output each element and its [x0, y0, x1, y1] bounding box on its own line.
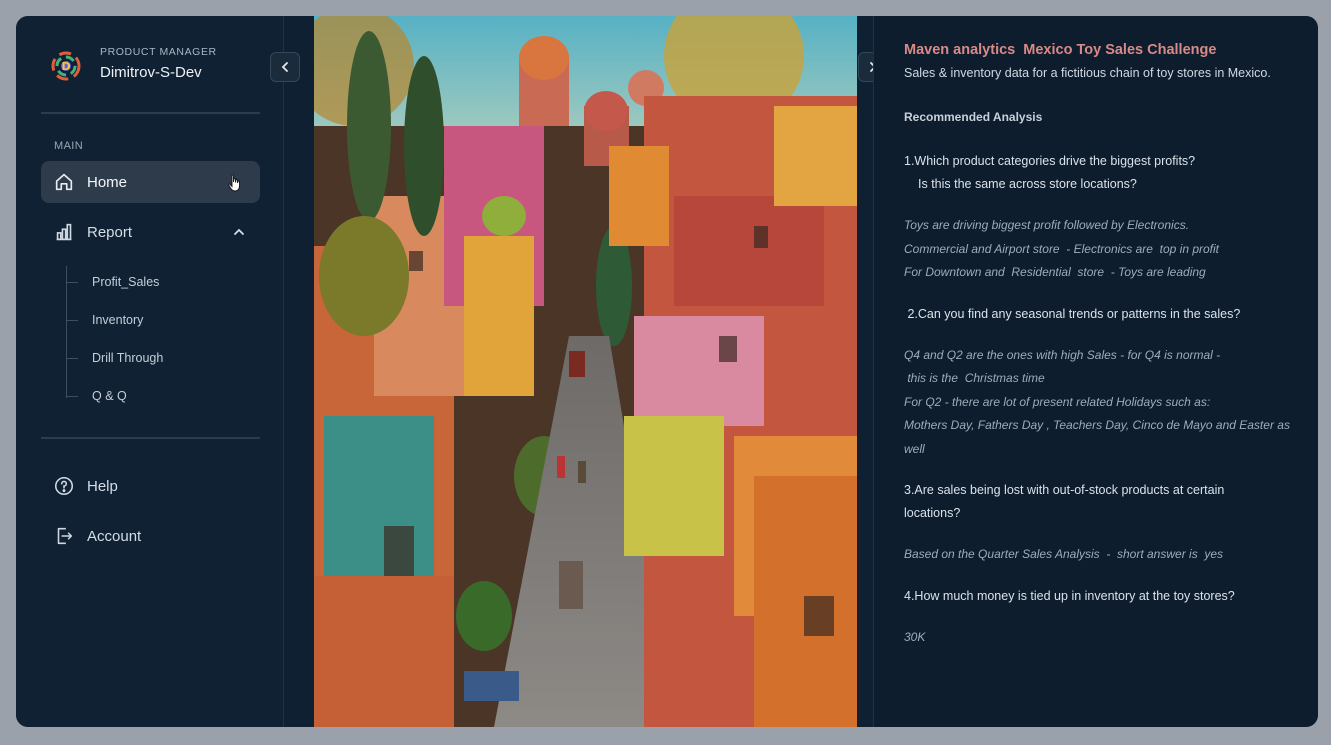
answer-4: 30K	[904, 629, 926, 644]
info-subtitle: Sales & inventory data for a fictitious …	[904, 66, 1271, 80]
answer-3: Based on the Quarter Sales Analysis - sh…	[904, 547, 1224, 561]
answer-1: Toys are driving biggest profit followed…	[904, 214, 1299, 285]
sidebar-subitem-inventory[interactable]: Inventory	[66, 310, 143, 330]
recommended-analysis-heading: Recommended Analysis	[904, 110, 1043, 124]
sidebar-item-report[interactable]: Report	[41, 211, 260, 253]
subitem-label: Profit_Sales	[92, 275, 160, 289]
sidebar-item-account[interactable]: Account	[41, 515, 260, 557]
info-title: Maven analytics Mexico Toy Sales Challen…	[904, 42, 1217, 58]
mexico-town-illustration	[314, 16, 857, 727]
answer-2-line-1: Q4 and Q2 are the ones with high Sales -…	[904, 347, 1221, 362]
subitem-label: Q & Q	[92, 389, 127, 403]
sidebar: D PRODUCT MANAGER Dimitrov-S-Dev MAIN Ho…	[16, 16, 284, 727]
help-icon	[53, 475, 75, 497]
answer-2: Q4 and Q2 are the ones with high Sales -…	[904, 344, 1299, 462]
report-bar-icon	[53, 221, 75, 243]
sidebar-divider	[41, 112, 260, 114]
section-label-main: MAIN	[54, 140, 84, 152]
hand-cursor-icon	[228, 174, 240, 192]
svg-text:D: D	[62, 60, 71, 73]
sidebar-item-label: Account	[87, 527, 142, 545]
question-1-line-2: Is this the same across store locations?	[918, 177, 1137, 191]
subitem-label: Drill Through	[92, 351, 164, 365]
question-1-line-1: 1.Which product categories drive the big…	[904, 154, 1196, 168]
user-name: Dimitrov-S-Dev	[100, 64, 202, 81]
chevron-left-icon	[281, 62, 288, 72]
question-2: 2.Can you find any seasonal trends or pa…	[904, 306, 1241, 321]
sidebar-subitem-profit-sales[interactable]: Profit_Sales	[66, 272, 159, 292]
sidebar-subitem-drill-through[interactable]: Drill Through	[66, 348, 163, 368]
report-subnav: Profit_Sales Inventory Drill Through Q &…	[66, 266, 256, 416]
user-role: PRODUCT MANAGER	[100, 46, 217, 58]
info-panel: Maven analytics Mexico Toy Sales Challen…	[873, 16, 1318, 727]
sidebar-item-help[interactable]: Help	[41, 465, 260, 507]
answer-2-line-2: this is the Christmas time	[904, 371, 1045, 385]
subitem-label: Inventory	[92, 313, 144, 327]
question-3: 3.Are sales being lost with out-of-stock…	[904, 483, 1225, 520]
sidebar-item-label: Report	[87, 223, 133, 241]
answer-2-line-4: Mothers Day, Fathers Day , Teachers Day,…	[904, 418, 1290, 456]
sidebar-divider	[41, 437, 260, 439]
sidebar-item-label: Home	[87, 173, 128, 191]
answer-1-line-3: For Downtown and Residential store - Toy…	[904, 265, 1206, 279]
chevron-up-icon[interactable]	[232, 225, 246, 239]
app-frame: D PRODUCT MANAGER Dimitrov-S-Dev MAIN Ho…	[16, 16, 1318, 727]
sidebar-item-label: Help	[87, 477, 118, 495]
answer-1-line-2: Commercial and Airport store - Electroni…	[904, 241, 1220, 256]
question-1: 1.Which product categories drive the big…	[904, 150, 1318, 196]
hero-image	[314, 16, 857, 727]
collapse-left-button[interactable]	[270, 52, 300, 82]
account-exit-icon	[53, 525, 75, 547]
question-4: 4.How much money is tied up in inventory…	[904, 588, 1235, 603]
answer-2-line-3: For Q2 - there are lot of present relate…	[904, 394, 1211, 409]
app-logo-icon: D	[50, 50, 82, 82]
answer-1-line-1: Toys are driving biggest profit followed…	[904, 218, 1190, 232]
home-icon	[53, 171, 75, 193]
sidebar-subitem-q-and-q[interactable]: Q & Q	[66, 386, 127, 406]
